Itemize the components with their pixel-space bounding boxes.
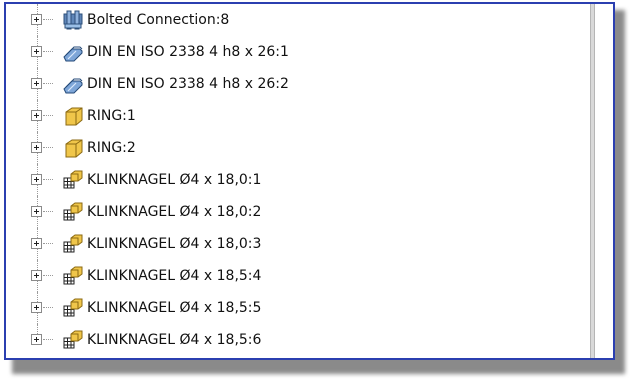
part-box-icon	[65, 139, 83, 158]
assembly-part-icon	[63, 202, 83, 221]
tree-item-label: DIN EN ISO 2338 4 h8 x 26:1	[87, 44, 289, 60]
tree-branch-line	[43, 147, 53, 148]
tree-branch-line	[43, 179, 53, 180]
tree-branch-line	[43, 339, 53, 340]
tree-row[interactable]: KLINKNAGEL Ø4 x 18,0:2	[6, 196, 590, 228]
tree-row[interactable]: RING:2	[6, 132, 590, 164]
tree-row[interactable]: DIN EN ISO 2338 4 h8 x 26:1	[6, 36, 590, 68]
expand-icon[interactable]	[31, 270, 42, 281]
tree-row[interactable]: DIN EN ISO 2338 4 h8 x 26:2	[6, 68, 590, 100]
assembly-part-icon	[63, 266, 83, 285]
pin-part-icon	[63, 78, 83, 94]
model-tree: Bolted Connection:8 DIN EN ISO 2338 4 h8…	[6, 4, 590, 358]
tree-branch-line	[43, 243, 53, 244]
tree-item-label: KLINKNAGEL Ø4 x 18,0:3	[87, 236, 262, 252]
tree-row[interactable]: KLINKNAGEL Ø4 x 18,0:3	[6, 228, 590, 260]
bolted-connection-icon	[63, 10, 83, 30]
tree-item-label: KLINKNAGEL Ø4 x 18,5:6	[87, 332, 262, 348]
tree-item-label: KLINKNAGEL Ø4 x 18,0:2	[87, 204, 262, 220]
tree-branch-line	[43, 83, 53, 84]
tree-row[interactable]: KLINKNAGEL Ø4 x 18,0:1	[6, 164, 590, 196]
tree-item-label: DIN EN ISO 2338 4 h8 x 26:2	[87, 76, 289, 92]
tree-item-label: Bolted Connection:8	[87, 12, 230, 28]
expand-icon[interactable]	[31, 110, 42, 121]
assembly-part-icon	[63, 170, 83, 189]
tree-branch-line	[43, 307, 53, 308]
expand-icon[interactable]	[31, 78, 42, 89]
part-box-icon	[65, 107, 83, 126]
tree-row[interactable]: RING:1	[6, 100, 590, 132]
expand-icon[interactable]	[31, 302, 42, 313]
tree-item-label: KLINKNAGEL Ø4 x 18,5:5	[87, 300, 262, 316]
expand-icon[interactable]	[31, 14, 42, 25]
tree-item-label: KLINKNAGEL Ø4 x 18,5:4	[87, 268, 262, 284]
tree-item-label: KLINKNAGEL Ø4 x 18,0:1	[87, 172, 262, 188]
tree-row[interactable]: KLINKNAGEL Ø4 x 18,5:5	[6, 292, 590, 324]
tree-branch-line	[43, 275, 53, 276]
tree-item-label: RING:2	[87, 140, 136, 156]
expand-icon[interactable]	[31, 174, 42, 185]
tree-branch-line	[43, 19, 53, 20]
expand-icon[interactable]	[31, 142, 42, 153]
browser-panel: Bolted Connection:8 DIN EN ISO 2338 4 h8…	[4, 2, 615, 360]
tree-branch-line	[43, 115, 53, 116]
expand-icon[interactable]	[31, 238, 42, 249]
tree-row[interactable]: Bolted Connection:8	[6, 4, 590, 36]
tree-bottom-gap	[6, 354, 590, 358]
tree-item-label: RING:1	[87, 108, 136, 124]
expand-icon[interactable]	[31, 46, 42, 57]
tree-branch-line	[43, 51, 53, 52]
expand-icon[interactable]	[31, 206, 42, 217]
expand-icon[interactable]	[31, 334, 42, 345]
tree-branch-line	[43, 211, 53, 212]
screenshot-stage: Bolted Connection:8 DIN EN ISO 2338 4 h8…	[0, 0, 630, 381]
pin-part-icon	[63, 46, 83, 62]
tree-row[interactable]: KLINKNAGEL Ø4 x 18,5:4	[6, 260, 590, 292]
assembly-part-icon	[63, 234, 83, 253]
assembly-part-icon	[63, 330, 83, 349]
right-pane-area	[595, 4, 613, 358]
tree-row[interactable]: KLINKNAGEL Ø4 x 18,5:6	[6, 324, 590, 356]
assembly-part-icon	[63, 298, 83, 317]
